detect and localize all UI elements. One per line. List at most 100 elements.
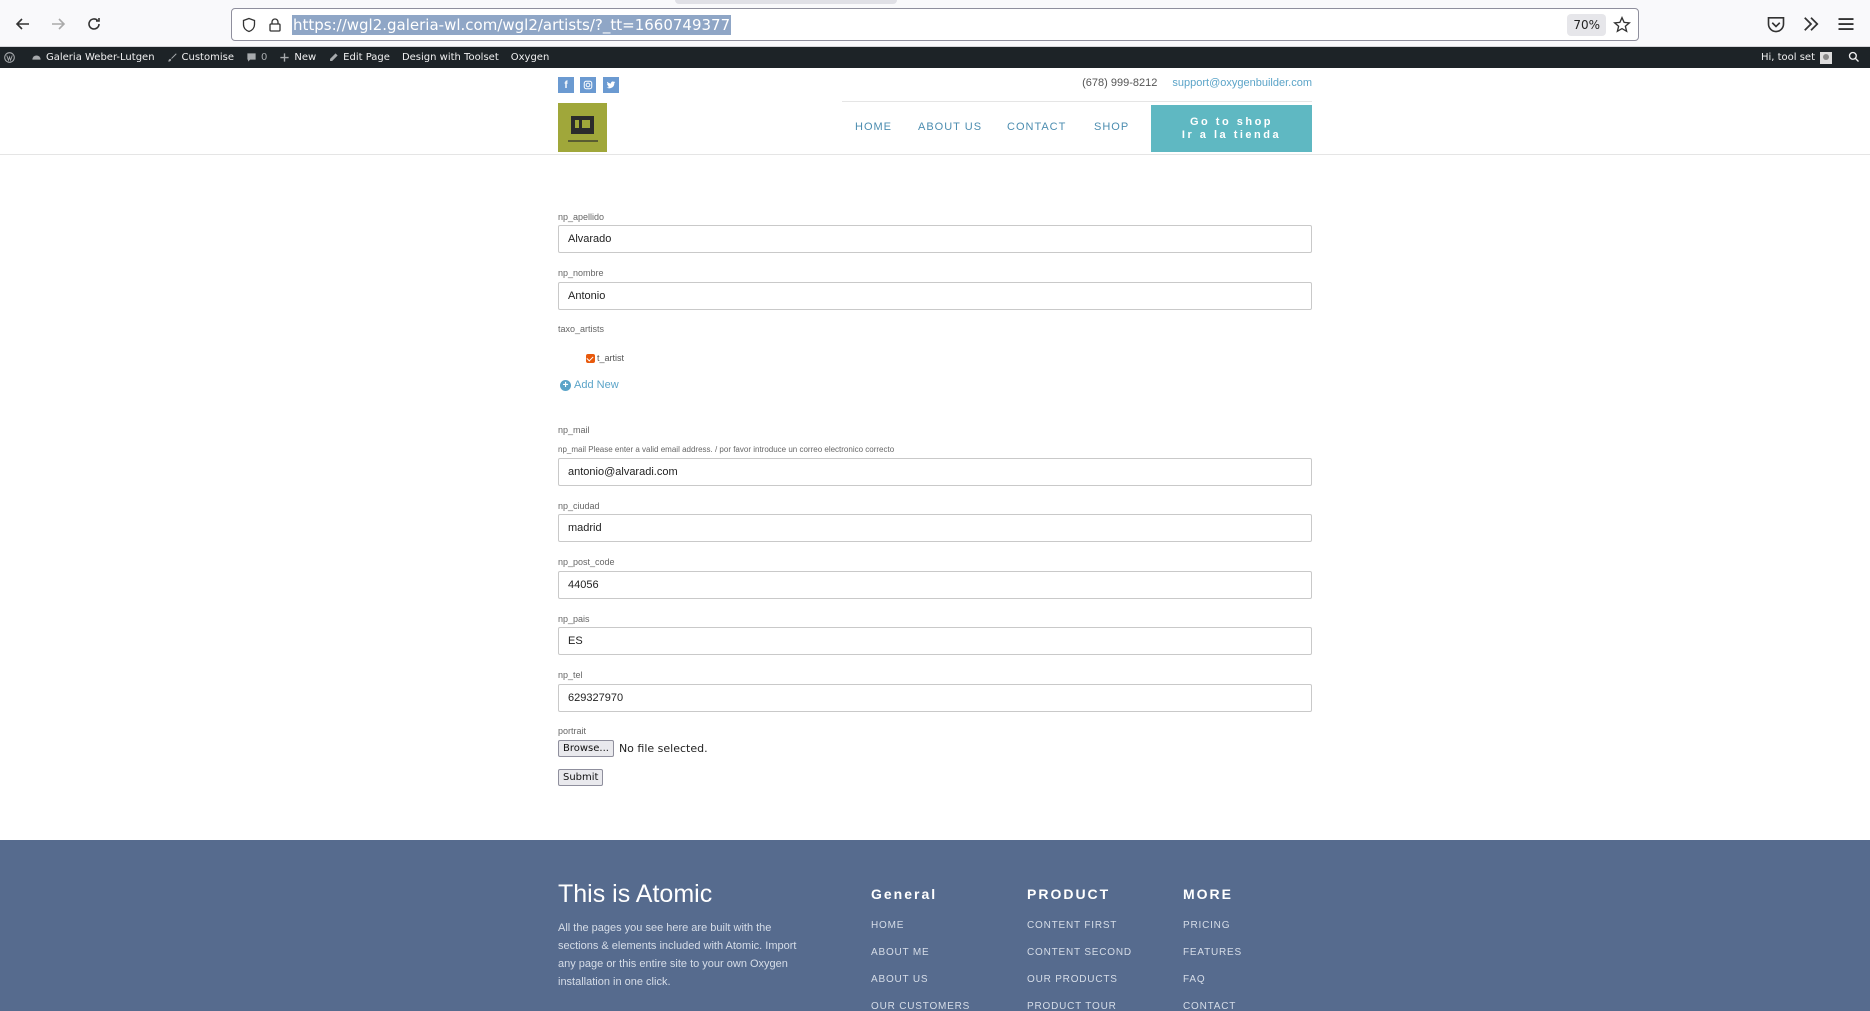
bookmark-star-icon[interactable] [1613,16,1631,34]
footer-link-our-customers[interactable]: OUR CUSTOMERS [871,1001,970,1011]
menu-icon[interactable] [1836,14,1856,34]
ciudad-field[interactable]: madrid [558,514,1312,542]
add-new-label: Add New [574,379,619,391]
file-status: No file selected. [618,742,708,755]
facebook-icon[interactable]: f [558,77,574,93]
admin-comments-count: 0 [260,52,268,63]
mail-hint: np_mail Please enter a valid email addre… [558,445,895,454]
logo-tagline [568,140,598,142]
post-code-label: np_post_code [558,557,615,567]
footer-link-product-tour[interactable]: PRODUCT TOUR [1027,1001,1117,1011]
tel-field[interactable]: 629327970 [558,684,1312,712]
support-email-link[interactable]: support@oxygenbuilder.com [1172,77,1312,89]
admin-design-toolset-label: Design with Toolset [401,52,499,63]
portrait-file-input[interactable]: Browse... No file selected. [558,740,708,757]
url-text[interactable]: https://wgl2.galeria-wl.com/wgl2/artists… [292,15,732,35]
admin-new-label: New [294,52,317,63]
add-new-term-link[interactable]: + Add New [560,379,619,391]
nombre-field[interactable]: Antonio [558,282,1312,310]
admin-design-toolset[interactable]: Design with Toolset [402,52,499,63]
footer-col-more: MORE PRICING FEATURES FAQ CONTACT [1183,886,1241,1011]
admin-oxygen-label: Oxygen [510,52,550,63]
forward-icon[interactable] [47,13,69,35]
footer-col-general: General HOME ABOUT ME ABOUT US OUR CUSTO… [871,886,969,1011]
pais-label: np_pais [558,614,590,624]
footer-text: All the pages you see here are built wit… [558,922,797,988]
nav-contact[interactable]: CONTACT [1007,121,1066,133]
submit-button[interactable]: Submit [558,769,604,786]
reload-icon[interactable] [83,13,105,35]
footer-link-about-us[interactable]: ABOUT US [871,974,928,985]
admin-site-name[interactable]: Galeria Weber-Lutgen [31,52,155,63]
ir-a-la-tienda-label: Ir a la tienda [1181,128,1282,141]
go-to-shop-label: Go to shop [1189,115,1274,128]
footer-col-heading: MORE [1183,886,1233,902]
tab-strip-edge [675,0,897,4]
avatar [1820,51,1832,64]
tel-label: np_tel [558,670,583,680]
instagram-icon[interactable] [580,77,596,93]
nav-about-us[interactable]: ABOUT US [918,121,982,133]
site-logo[interactable] [558,103,607,152]
browser-toolbar: https://wgl2.galeria-wl.com/wgl2/artists… [0,0,1870,47]
t-artist-label: t_artist [597,353,625,363]
dashboard-icon [32,55,41,60]
email-field[interactable]: antonio@alvaradi.com [558,458,1312,486]
post-code-field[interactable]: 44056 [558,571,1312,599]
taxo-artist-option[interactable]: t_artist [586,353,624,363]
t-artist-checkbox[interactable] [586,353,595,363]
portrait-label: portrait [558,726,587,736]
footer-link-content-second[interactable]: CONTENT SECOND [1027,947,1132,958]
admin-account[interactable]: Hi, tool set [1761,47,1832,68]
browse-button[interactable]: Browse... [558,740,614,757]
nav-home[interactable]: HOME [855,121,892,133]
contact-line: (678) 999-8212 support@oxygenbuilder.com [1082,77,1312,89]
nombre-label: np_nombre [558,268,604,278]
footer-col-product: PRODUCT CONTENT FIRST CONTENT SECOND OUR… [1027,886,1131,1011]
footer-link-content-first[interactable]: CONTENT FIRST [1027,920,1117,931]
footer-link-our-products[interactable]: OUR PRODUCTS [1027,974,1118,985]
mail-label: np_mail [558,425,590,435]
site-footer: This is Atomic All the pages you see her… [0,840,1870,1011]
apellido-field[interactable]: Alvarado [558,225,1312,253]
twitter-icon[interactable] [603,77,619,93]
lock-icon[interactable] [267,17,283,33]
nav-shop[interactable]: SHOP [1094,121,1129,133]
pais-field[interactable]: ES [558,627,1312,655]
plus-icon [280,53,289,62]
footer-link-pricing[interactable]: PRICING [1183,920,1230,931]
footer-link-contact[interactable]: CONTACT [1183,1001,1236,1011]
zoom-level-badge[interactable]: 70% [1567,14,1606,36]
footer-title: This is Atomic [558,880,713,908]
admin-new[interactable]: New [279,52,316,63]
phone-number: (678) 999-8212 [1082,77,1158,89]
footer-col-heading: General [871,886,938,902]
pocket-icon[interactable] [1766,14,1786,34]
go-to-shop-button[interactable]: Go to shop Ir a la tienda [1151,105,1312,152]
footer-link-features[interactable]: FEATURES [1183,947,1242,958]
footer-link-faq[interactable]: FAQ [1183,974,1205,985]
logo-mark [571,116,594,134]
admin-greeting: Hi, tool set [1760,52,1815,63]
add-circle-icon: + [560,379,571,391]
admin-site-name-label: Galeria Weber-Lutgen [46,52,155,63]
shield-icon[interactable] [241,17,257,33]
admin-edit-page-label: Edit Page [343,52,390,63]
back-icon[interactable] [12,13,34,35]
admin-customise[interactable]: Customise [167,52,234,63]
apellido-label: np_apellido [558,212,605,222]
footer-link-about-me[interactable]: ABOUT ME [871,947,929,958]
admin-oxygen[interactable]: Oxygen [511,52,550,63]
footer-link-home[interactable]: HOME [871,920,904,931]
admin-edit-page[interactable]: Edit Page [328,52,390,63]
site-header: f (678) 999-8212 support@oxygenbuilder.c… [0,68,1870,155]
ciudad-label: np_ciudad [558,501,600,511]
wordpress-logo-icon[interactable] [4,52,19,63]
extensions-overflow-icon[interactable] [1801,14,1821,34]
search-icon[interactable] [1848,51,1860,63]
wp-admin-bar: Galeria Weber-Lutgen Customise 0 New Edi… [0,47,1870,68]
facebook-glyph: f [564,79,568,91]
comment-icon [247,53,256,62]
admin-comments[interactable]: 0 [246,52,267,63]
address-bar[interactable]: https://wgl2.galeria-wl.com/wgl2/artists… [231,8,1639,41]
